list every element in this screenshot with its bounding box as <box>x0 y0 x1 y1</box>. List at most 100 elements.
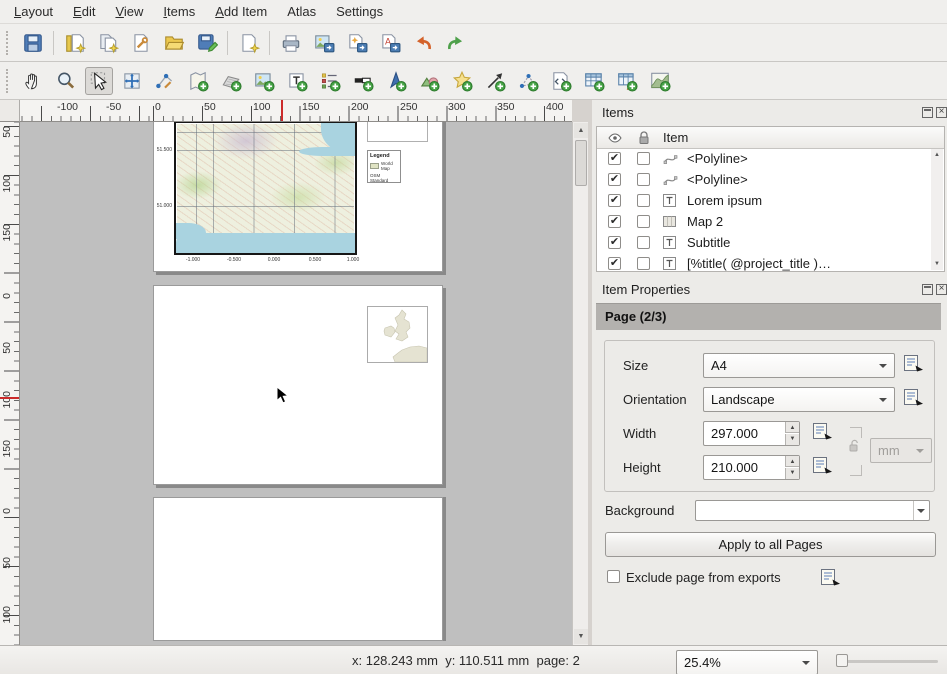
visibility-checkbox[interactable]: ✔ <box>608 236 621 249</box>
data-defined-override-icon[interactable] <box>901 387 927 407</box>
exclude-page-checkbox[interactable] <box>607 570 620 583</box>
add-shape-button[interactable] <box>415 67 443 95</box>
visibility-checkbox[interactable]: ✔ <box>608 173 621 186</box>
save-button[interactable] <box>19 29 47 57</box>
layout-canvas[interactable]: 51.500 51.000 -1.000 -0.500 0.000 0.500 … <box>20 122 572 645</box>
scroll-up-button[interactable]: ▲ <box>574 123 588 138</box>
zoom-slider-handle[interactable] <box>836 654 848 667</box>
move-item-content-button[interactable] <box>118 67 146 95</box>
add-3d-map-button[interactable] <box>217 67 245 95</box>
unlock-ratio-icon[interactable] <box>848 438 860 453</box>
add-north-arrow-button[interactable] <box>382 67 410 95</box>
spin-down-button[interactable]: ▼ <box>785 434 799 445</box>
add-legend-button[interactable] <box>316 67 344 95</box>
select-move-item-button[interactable] <box>85 67 113 95</box>
spin-down-button[interactable]: ▼ <box>785 468 799 479</box>
menu-atlas[interactable]: Atlas <box>277 1 326 22</box>
add-node-item-button[interactable] <box>514 67 542 95</box>
background-color-button[interactable] <box>695 500 930 521</box>
zoom-slider-track[interactable] <box>836 660 938 663</box>
item-row-polyline-2[interactable]: ✔ <Polyline> <box>597 169 930 190</box>
load-template-button[interactable] <box>160 29 188 57</box>
duplicate-layout-button[interactable] <box>94 29 122 57</box>
export-svg-button[interactable] <box>343 29 371 57</box>
add-marker-button[interactable] <box>448 67 476 95</box>
page-size-combo[interactable]: A4 <box>703 353 895 378</box>
new-layout-button[interactable] <box>61 29 89 57</box>
color-dropdown-arrow[interactable] <box>913 501 929 520</box>
menu-view[interactable]: View <box>105 1 153 22</box>
data-defined-override-icon[interactable] <box>810 455 836 475</box>
item-row-map-2[interactable]: ✔ Map 2 <box>597 211 930 232</box>
menu-settings[interactable]: Settings <box>326 1 393 22</box>
add-picture-button[interactable] <box>250 67 278 95</box>
spin-up-button[interactable]: ▲ <box>785 422 799 433</box>
item-row-polyline-1[interactable]: ✔ <Polyline> <box>597 148 930 169</box>
scroll-up-button[interactable]: ▲ <box>931 149 943 161</box>
canvas-vertical-scrollbar[interactable]: ▲ ▼ <box>572 122 588 645</box>
item-row-project-title[interactable]: ✔ [%title( @project_title )… <box>597 253 930 272</box>
data-defined-override-icon[interactable] <box>810 421 836 441</box>
toolbar-handle[interactable] <box>6 31 10 55</box>
lock-checkbox[interactable] <box>637 236 650 249</box>
close-panel-button[interactable]: × <box>936 107 947 118</box>
add-items-from-template-button[interactable] <box>235 29 263 57</box>
spin-up-button[interactable]: ▲ <box>785 456 799 467</box>
menu-items[interactable]: Items <box>153 1 205 22</box>
pan-tool-button[interactable] <box>19 67 47 95</box>
scrollbar-thumb[interactable] <box>575 140 587 186</box>
close-panel-button[interactable]: × <box>936 284 947 295</box>
legend-item[interactable]: Legend World Map OSM Standard <box>367 150 401 183</box>
map-2-item[interactable] <box>367 306 428 363</box>
item-row-subtitle[interactable]: ✔ Subtitle <box>597 232 930 253</box>
width-spinbox[interactable]: 297.000 ▲ ▼ <box>703 421 800 446</box>
add-attribute-table-button[interactable] <box>580 67 608 95</box>
add-map-button[interactable] <box>184 67 212 95</box>
height-spinbox[interactable]: 210.000 ▲ ▼ <box>703 455 800 480</box>
float-panel-button[interactable] <box>922 284 933 295</box>
map-item[interactable] <box>174 122 357 255</box>
add-fixed-table-button[interactable] <box>613 67 641 95</box>
layout-page-2[interactable] <box>153 285 443 485</box>
data-defined-override-icon[interactable] <box>818 567 844 587</box>
scroll-down-button[interactable]: ▼ <box>574 629 588 644</box>
toolbar-handle[interactable] <box>6 69 10 93</box>
lock-checkbox[interactable] <box>637 194 650 207</box>
items-list-scrollbar[interactable]: ▲ ▼ <box>931 149 943 270</box>
layout-page-1[interactable]: 51.500 51.000 -1.000 -0.500 0.000 0.500 … <box>153 122 443 272</box>
visibility-checkbox[interactable]: ✔ <box>608 194 621 207</box>
zoom-level-combo[interactable]: 25.4% <box>676 650 818 674</box>
visibility-checkbox[interactable]: ✔ <box>608 215 621 228</box>
empty-label-item[interactable] <box>367 122 428 142</box>
data-defined-override-icon[interactable] <box>901 353 927 373</box>
lock-checkbox[interactable] <box>637 215 650 228</box>
add-scalebar-button[interactable] <box>349 67 377 95</box>
float-panel-button[interactable] <box>922 107 933 118</box>
apply-to-all-pages-button[interactable]: Apply to all Pages <box>605 532 936 557</box>
add-elevation-profile-button[interactable] <box>646 67 674 95</box>
add-label-button[interactable] <box>283 67 311 95</box>
menu-layout[interactable]: Layout <box>4 1 63 22</box>
orientation-combo[interactable]: Landscape <box>703 387 895 412</box>
menu-edit[interactable]: Edit <box>63 1 105 22</box>
redo-button[interactable] <box>442 29 470 57</box>
edit-nodes-button[interactable] <box>151 67 179 95</box>
menu-add-item[interactable]: Add Item <box>205 1 277 22</box>
visibility-checkbox[interactable]: ✔ <box>608 257 621 270</box>
export-image-button[interactable] <box>310 29 338 57</box>
lock-checkbox[interactable] <box>637 173 650 186</box>
export-pdf-button[interactable]: A <box>376 29 404 57</box>
layout-manager-button[interactable] <box>127 29 155 57</box>
save-template-button[interactable] <box>193 29 221 57</box>
print-button[interactable] <box>277 29 305 57</box>
visibility-checkbox[interactable]: ✔ <box>608 152 621 165</box>
item-row-lorem-ipsum[interactable]: ✔ Lorem ipsum <box>597 190 930 211</box>
zoom-tool-button[interactable] <box>52 67 80 95</box>
add-html-button[interactable] <box>547 67 575 95</box>
lock-checkbox[interactable] <box>637 257 650 270</box>
lock-checkbox[interactable] <box>637 152 650 165</box>
layout-page-3[interactable] <box>153 497 443 641</box>
add-arrow-button[interactable] <box>481 67 509 95</box>
undo-button[interactable] <box>409 29 437 57</box>
scroll-down-button[interactable]: ▼ <box>931 258 943 270</box>
